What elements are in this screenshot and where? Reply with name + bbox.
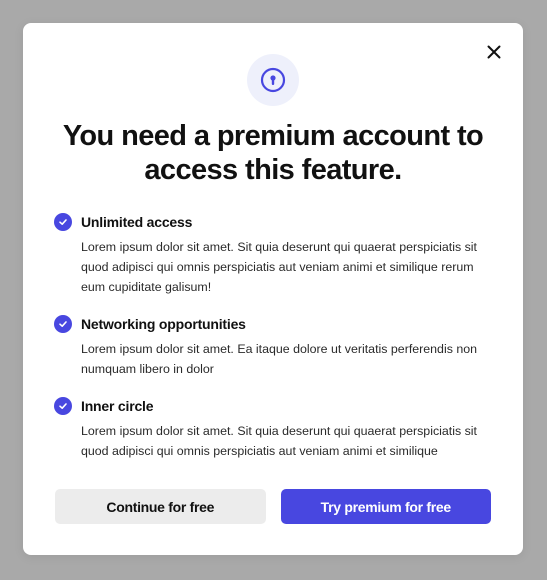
feature-description: Lorem ipsum dolor sit amet. Ea itaque do… <box>81 342 478 376</box>
modal-title: You need a premium account to access thi… <box>62 120 484 186</box>
feature-item: Networking opportunities Lorem ipsum dol… <box>54 315 494 379</box>
modal-actions: Continue for free Try premium for free <box>55 489 491 524</box>
feature-item: Unlimited access Lorem ipsum dolor sit a… <box>54 213 494 297</box>
check-icon <box>54 397 72 415</box>
feature-title: Unlimited access <box>81 214 193 230</box>
feature-item: Inner circle Lorem ipsum dolor sit amet.… <box>54 397 494 461</box>
premium-modal: You need a premium account to access thi… <box>23 23 523 555</box>
feature-list: Unlimited access Lorem ipsum dolor sit a… <box>54 213 494 461</box>
keyhole-lock-icon <box>260 67 286 93</box>
feature-title: Inner circle <box>81 398 154 414</box>
check-icon <box>54 315 72 333</box>
close-button[interactable] <box>483 41 505 63</box>
try-premium-button[interactable]: Try premium for free <box>280 489 491 524</box>
check-icon <box>54 213 72 231</box>
continue-free-button[interactable]: Continue for free <box>55 489 266 524</box>
feature-description: Lorem ipsum dolor sit amet. Sit quia des… <box>81 240 478 294</box>
lock-badge <box>247 54 299 106</box>
close-icon <box>487 45 501 59</box>
feature-title: Networking opportunities <box>81 316 246 332</box>
feature-description: Lorem ipsum dolor sit amet. Sit quia des… <box>81 424 478 458</box>
